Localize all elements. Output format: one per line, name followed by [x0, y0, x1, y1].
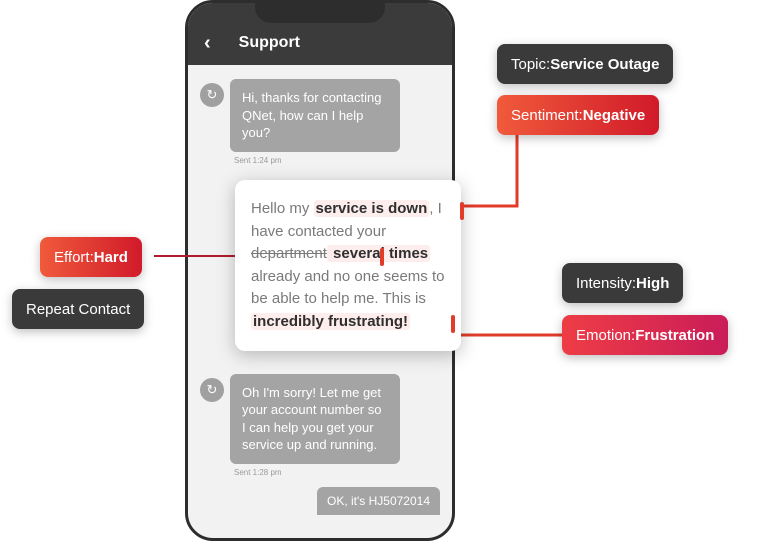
highlight-frustrating: incredibly frustrating! [251, 313, 410, 330]
timestamp-1: Sent 1:24 pm [234, 156, 440, 165]
tick-2 [380, 248, 384, 266]
label-topic: Topic: Service Outage [497, 44, 673, 84]
back-icon[interactable]: ‹ [204, 32, 211, 55]
label-effort: Effort: Hard [40, 237, 142, 277]
tick-1 [460, 202, 464, 220]
agent-message-2: Oh I'm sorry! Let me get your account nu… [230, 374, 400, 464]
highlighted-user-message: Hello my service is down, I have contact… [235, 180, 461, 351]
user-message-row-2: OK, it's HJ5072014 [200, 487, 440, 515]
label-intensity: Intensity: High [562, 263, 683, 303]
agent-avatar-icon: ↻ [200, 378, 224, 402]
label-sentiment: Sentiment: Negative [497, 95, 659, 135]
label-emotion: Emotion: Frustration [562, 315, 728, 355]
highlight-service-down: service is down [314, 200, 430, 217]
highlight-several-times: several times [327, 245, 430, 262]
phone-notch [255, 1, 385, 23]
header-title: Support [239, 34, 300, 52]
agent-message-row: ↻ Hi, thanks for contacting QNet, how ca… [200, 79, 440, 152]
strikethrough-text: department [251, 245, 327, 262]
agent-avatar-icon: ↻ [200, 83, 224, 107]
agent-message-row-2: ↻ Oh I'm sorry! Let me get your account … [200, 374, 440, 464]
tick-3 [451, 315, 455, 333]
timestamp-2: Sent 1:28 pm [234, 468, 440, 477]
agent-message-1: Hi, thanks for contacting QNet, how can … [230, 79, 400, 152]
user-message-2: OK, it's HJ5072014 [317, 487, 440, 515]
label-repeat-contact: Repeat Contact [12, 289, 144, 329]
